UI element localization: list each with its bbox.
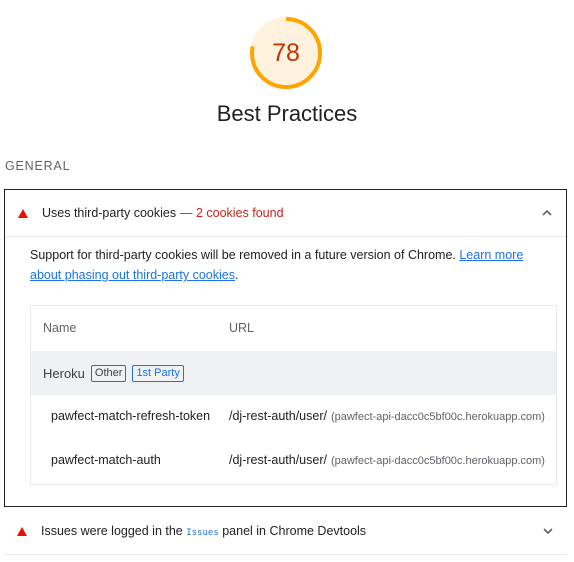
column-header-url: URL [229, 321, 255, 335]
cookie-name: pawfect-match-auth [51, 453, 161, 467]
audit-issues-logged[interactable]: Issues were logged in the Issues panel i… [4, 510, 567, 555]
group-title: GENERAL [5, 159, 71, 173]
fail-triangle-icon [18, 209, 28, 218]
score-value: 78 [272, 38, 300, 67]
url-path[interactable]: /dj-rest-auth/user/ [229, 453, 327, 467]
url-origin: (pawfect-api-dacc0c5bf00c.herokuapp.com) [330, 411, 545, 423]
audit-header[interactable]: Uses third-party cookies — 2 cookies fou… [5, 190, 566, 237]
cookie-url: /dj-rest-auth/user/(pawfect-api-dacc0c5b… [229, 453, 545, 467]
chevron-up-icon[interactable] [540, 206, 554, 220]
url-path[interactable]: /dj-rest-auth/user/ [229, 409, 327, 423]
description-end: . [235, 268, 239, 282]
cookie-name: pawfect-match-refresh-token [51, 409, 211, 423]
table-row: pawfect-match-refresh-token /dj-rest-aut… [31, 395, 556, 439]
details-table: Name URL Heroku Other 1st Party pawfect-… [30, 305, 557, 485]
cookie-url: /dj-rest-auth/user/(pawfect-api-dacc0c5b… [229, 409, 545, 423]
description-text: Support for third-party cookies will be … [30, 248, 460, 262]
audit-third-party-cookies: Uses third-party cookies — 2 cookies fou… [4, 189, 567, 507]
fail-triangle-icon [17, 527, 27, 536]
chevron-down-icon[interactable] [541, 524, 555, 538]
score-gauge: 78 [248, 15, 324, 91]
entity-name: Heroku [43, 365, 85, 381]
issues-code: Issues [186, 528, 219, 538]
table-row: pawfect-match-auth /dj-rest-auth/user/(p… [31, 439, 556, 483]
chip-first-party: 1st Party [132, 364, 184, 382]
chip-other: Other [90, 364, 127, 382]
audit-title-before: Issues were logged in the [41, 524, 187, 538]
url-origin: (pawfect-api-dacc0c5bf00c.herokuapp.com) [330, 455, 545, 467]
audit-title: Uses third-party cookies [42, 206, 177, 220]
category-title: Best Practices [216, 101, 358, 126]
audit-title-after: panel in Chrome Devtools [218, 524, 367, 538]
audit-title: Issues were logged in the Issues panel i… [41, 524, 366, 538]
audit-display-value: — 2 cookies found [180, 206, 284, 220]
entity-group-row: Heroku Other 1st Party [31, 351, 556, 395]
column-header-name: Name [43, 321, 77, 335]
audit-description: Support for third-party cookies will be … [30, 245, 550, 285]
